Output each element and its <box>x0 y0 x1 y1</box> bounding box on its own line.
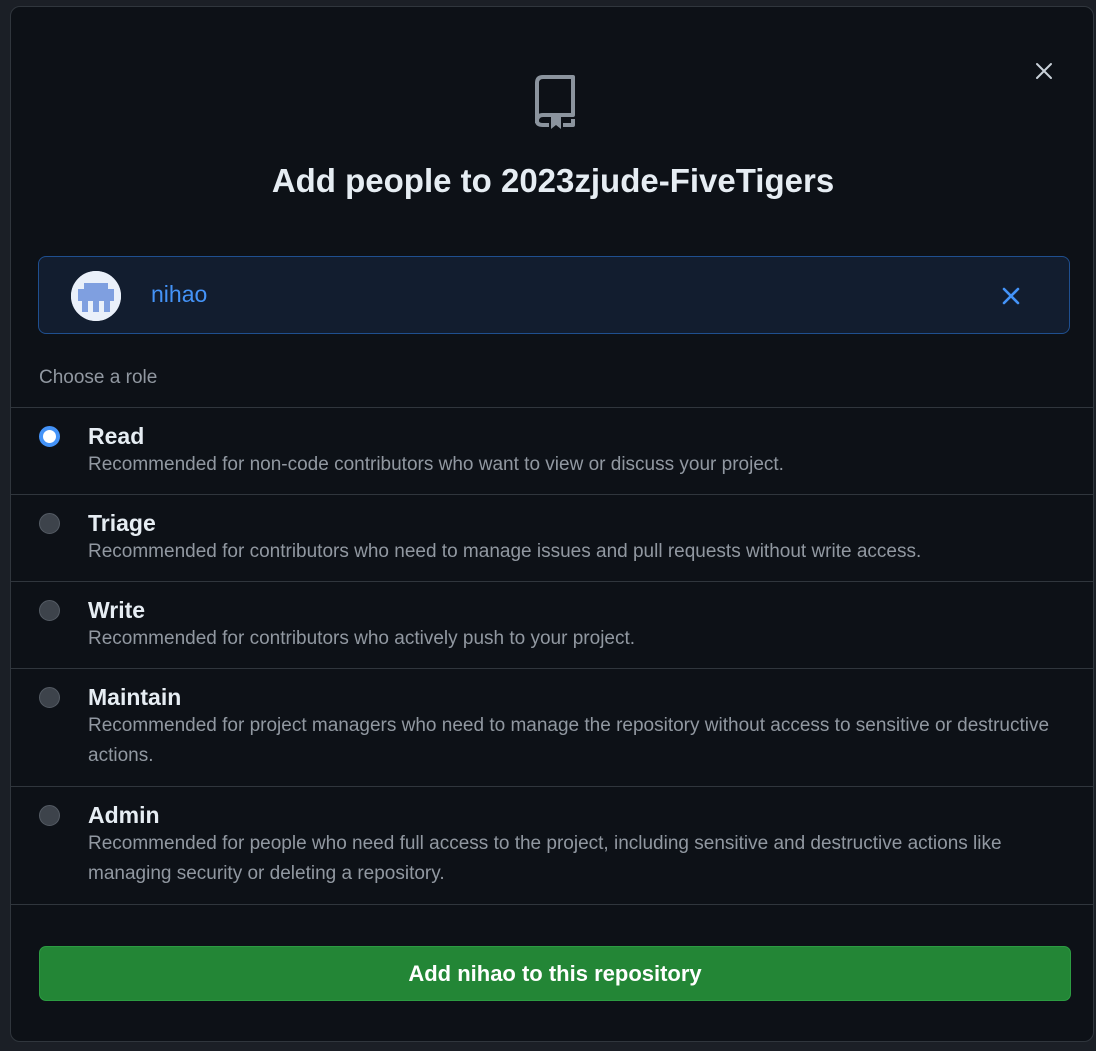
close-icon <box>1036 63 1052 79</box>
role-name: Read <box>88 423 145 449</box>
radio-read[interactable] <box>39 426 60 447</box>
close-dialog-button[interactable] <box>1026 53 1062 89</box>
role-description: Recommended for contributors who need to… <box>88 541 922 562</box>
radio-maintain[interactable] <box>39 687 60 708</box>
role-name: Admin <box>88 802 160 828</box>
role-description: Recommended for contributors who activel… <box>88 628 636 649</box>
selected-user-chip: nihao <box>38 256 1070 334</box>
role-name: Maintain <box>88 684 182 710</box>
title-prefix: Add people to <box>271 162 501 199</box>
choose-role-heading: Choose a role <box>39 367 158 388</box>
role-option-read[interactable]: Read Recommended for non-code contributo… <box>11 408 1093 495</box>
avatar <box>71 271 121 321</box>
role-name: Triage <box>88 510 156 536</box>
radio-admin[interactable] <box>39 805 60 826</box>
repo-icon <box>535 75 575 129</box>
add-collaborator-button[interactable]: Add nihao to this repository <box>39 946 1071 1001</box>
role-list: Read Recommended for non-code contributo… <box>11 407 1093 905</box>
role-option-maintain[interactable]: Maintain Recommended for project manager… <box>11 669 1093 787</box>
dialog-title: Add people to 2023zjude-FiveTigers <box>11 159 1093 203</box>
close-icon <box>1002 287 1020 305</box>
radio-triage[interactable] <box>39 513 60 534</box>
radio-write[interactable] <box>39 600 60 621</box>
role-description: Recommended for people who need full acc… <box>88 833 1002 884</box>
role-option-triage[interactable]: Triage Recommended for contributors who … <box>11 495 1093 582</box>
add-people-dialog: Add people to 2023zjude-FiveTigers nihao… <box>10 6 1094 1042</box>
role-name: Write <box>88 597 146 623</box>
repo-name: 2023zjude-FiveTigers <box>500 162 835 199</box>
role-option-admin[interactable]: Admin Recommended for people who need fu… <box>11 787 1093 905</box>
role-description: Recommended for project managers who nee… <box>88 715 1050 766</box>
selected-username: nihao <box>151 281 208 307</box>
remove-user-button[interactable] <box>994 279 1028 313</box>
role-description: Recommended for non-code contributors wh… <box>88 454 784 475</box>
identicon-avatar <box>71 271 121 321</box>
role-option-write[interactable]: Write Recommended for contributors who a… <box>11 582 1093 669</box>
